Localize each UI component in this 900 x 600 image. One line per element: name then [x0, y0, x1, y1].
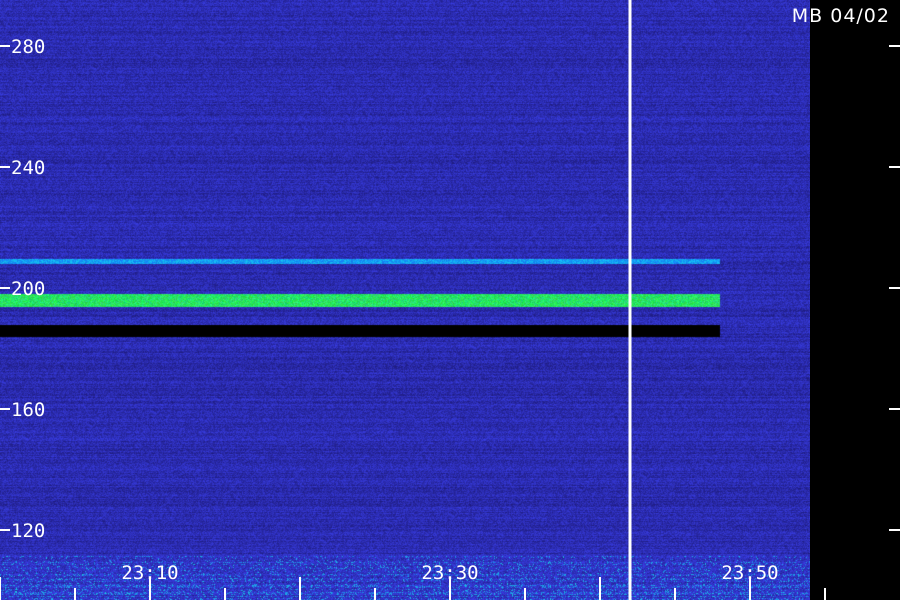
x-tick-label: 23:10: [121, 562, 178, 584]
y-tick-label: 280: [11, 36, 45, 58]
x-tick-label: 23:30: [421, 562, 478, 584]
spectrogram-panel: 120 160 200 240 280 23:10 23:30 23:50 MB 04/02: [0, 0, 900, 600]
chart-overlay: 120 160 200 240 280 23:10 23:30 23:50: [0, 0, 900, 600]
y-tick-label: 160: [11, 399, 45, 421]
station-label: MB 04/02: [791, 5, 890, 27]
y-tick-label: 120: [11, 520, 45, 542]
x-tick-label: 23:50: [721, 562, 778, 584]
y-tick-label: 240: [11, 157, 45, 179]
y-tick-label: 200: [11, 278, 45, 300]
